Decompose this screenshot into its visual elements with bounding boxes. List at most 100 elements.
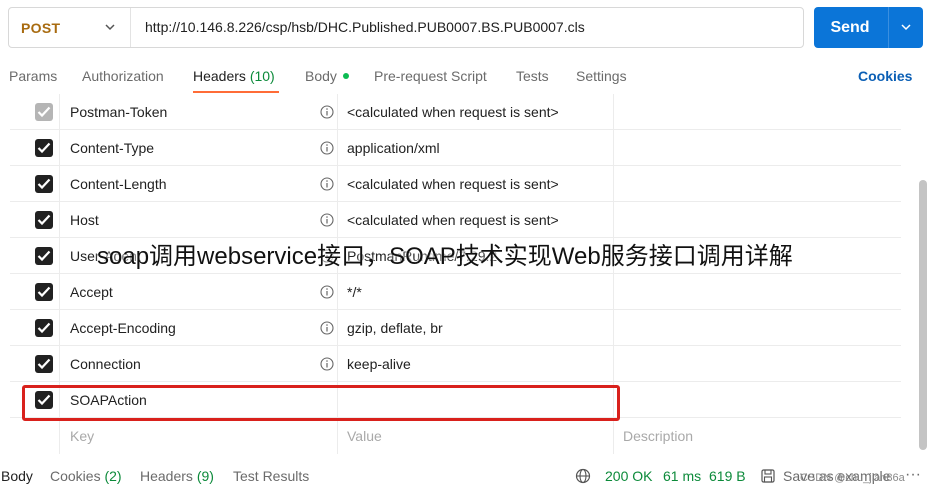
status-code[interactable]: 200 OK: [605, 462, 652, 490]
check-icon: [37, 286, 51, 298]
value-placeholder: Value: [347, 428, 382, 444]
tab-body[interactable]: Body: [305, 58, 349, 94]
description-cell[interactable]: [614, 166, 901, 202]
save-icon[interactable]: [760, 468, 776, 484]
value-cell[interactable]: <calculated when request is sent>: [338, 202, 614, 238]
check-icon: [37, 142, 51, 154]
description-cell[interactable]: [614, 310, 901, 346]
url-input[interactable]: http://10.146.8.226/csp/hsb/DHC.Publishe…: [145, 8, 585, 47]
response-tab-body[interactable]: Body: [1, 462, 33, 490]
header-checkbox[interactable]: [35, 319, 53, 337]
check-icon: [37, 106, 51, 118]
cookies-link[interactable]: Cookies: [858, 58, 912, 94]
checkbox-cell: [10, 166, 60, 202]
description-placeholder: Description: [623, 428, 694, 444]
method-select[interactable]: POST: [9, 8, 131, 47]
response-tab-headers[interactable]: Headers (9): [140, 462, 214, 490]
value-cell[interactable]: gzip, deflate, br: [338, 310, 614, 346]
check-icon: [37, 178, 51, 190]
header-key: Content-Length: [70, 176, 167, 192]
header-checkbox[interactable]: [35, 355, 53, 373]
description-cell[interactable]: [614, 346, 901, 382]
tab-tests[interactable]: Tests: [516, 58, 549, 94]
table-row: Content-Type application/xml: [10, 130, 901, 166]
description-cell[interactable]: [614, 382, 901, 418]
response-tab-cookies[interactable]: Cookies (2): [50, 462, 122, 490]
key-cell[interactable]: Connection: [60, 346, 338, 382]
checkbox-cell: [10, 310, 60, 346]
check-icon: [37, 250, 51, 262]
tab-pre-request-script[interactable]: Pre-request Script: [374, 58, 487, 94]
info-icon[interactable]: [320, 141, 334, 155]
header-key: Host: [70, 212, 99, 228]
watermark-credit: CSDN @chu_jian86a: [800, 472, 905, 484]
header-value: gzip, deflate, br: [347, 320, 443, 336]
key-cell[interactable]: Content-Type: [60, 130, 338, 166]
send-label: Send: [830, 19, 870, 36]
key-cell[interactable]: Accept-Encoding: [60, 310, 338, 346]
header-checkbox[interactable]: [35, 139, 53, 157]
key-cell[interactable]: Accept: [60, 274, 338, 310]
table-row: Postman-Token <calculated when request i…: [10, 94, 901, 130]
more-options-icon[interactable]: ···: [905, 462, 921, 490]
header-checkbox[interactable]: [35, 103, 53, 121]
request-bar: POST http://10.146.8.226/csp/hsb/DHC.Pub…: [8, 7, 804, 48]
info-icon[interactable]: [320, 177, 334, 191]
check-icon: [37, 322, 51, 334]
description-cell[interactable]: [614, 202, 901, 238]
checkbox-cell: [10, 274, 60, 310]
value-cell[interactable]: <calculated when request is sent>: [338, 94, 614, 130]
tab-settings[interactable]: Settings: [576, 58, 627, 94]
header-value: <calculated when request is sent>: [347, 104, 559, 120]
tab-headers[interactable]: Headers (10): [193, 58, 275, 94]
value-cell[interactable]: Value: [338, 418, 614, 454]
key-cell[interactable]: Host: [60, 202, 338, 238]
info-icon[interactable]: [320, 105, 334, 119]
new-header-row: Key Value Description: [10, 418, 901, 454]
description-cell[interactable]: [614, 274, 901, 310]
soapaction-highlight-box: [22, 385, 620, 421]
chevron-down-icon: [105, 24, 115, 31]
response-size[interactable]: 619 B: [709, 462, 746, 490]
table-row: Connection keep-alive: [10, 346, 901, 382]
checkbox-cell: [10, 346, 60, 382]
value-cell[interactable]: <calculated when request is sent>: [338, 166, 614, 202]
description-cell[interactable]: [614, 94, 901, 130]
header-value: keep-alive: [347, 356, 411, 372]
description-cell[interactable]: Description: [614, 418, 901, 454]
tab-params[interactable]: Params: [9, 58, 57, 94]
key-cell[interactable]: Postman-Token: [60, 94, 338, 130]
info-icon[interactable]: [320, 357, 334, 371]
description-cell[interactable]: [614, 130, 901, 166]
check-icon: [37, 358, 51, 370]
info-icon[interactable]: [320, 285, 334, 299]
header-checkbox[interactable]: [35, 175, 53, 193]
scrollbar-thumb[interactable]: [919, 180, 927, 450]
table-row: Accept */*: [10, 274, 901, 310]
header-value: <calculated when request is sent>: [347, 212, 559, 228]
table-row: Host <calculated when request is sent>: [10, 202, 901, 238]
send-options-chevron-icon[interactable]: [900, 21, 912, 33]
info-icon[interactable]: [320, 321, 334, 335]
globe-icon[interactable]: [575, 468, 591, 484]
response-time[interactable]: 61 ms: [663, 462, 701, 490]
method-label: POST: [21, 19, 61, 36]
header-checkbox[interactable]: [35, 283, 53, 301]
header-value: <calculated when request is sent>: [347, 176, 559, 192]
response-tab-test-results[interactable]: Test Results: [233, 462, 309, 490]
value-cell[interactable]: */*: [338, 274, 614, 310]
value-cell[interactable]: application/xml: [338, 130, 614, 166]
key-cell[interactable]: Key: [60, 418, 338, 454]
header-checkbox[interactable]: [35, 247, 53, 265]
header-key: Accept-Encoding: [70, 320, 176, 336]
headers-count: (10): [249, 68, 275, 84]
checkbox-cell: [10, 94, 60, 130]
send-button[interactable]: Send: [814, 7, 923, 48]
tab-authorization[interactable]: Authorization: [82, 58, 164, 94]
active-tab-underline: [193, 91, 279, 93]
header-checkbox[interactable]: [35, 211, 53, 229]
table-row: Content-Length <calculated when request …: [10, 166, 901, 202]
value-cell[interactable]: keep-alive: [338, 346, 614, 382]
info-icon[interactable]: [320, 213, 334, 227]
key-cell[interactable]: Content-Length: [60, 166, 338, 202]
